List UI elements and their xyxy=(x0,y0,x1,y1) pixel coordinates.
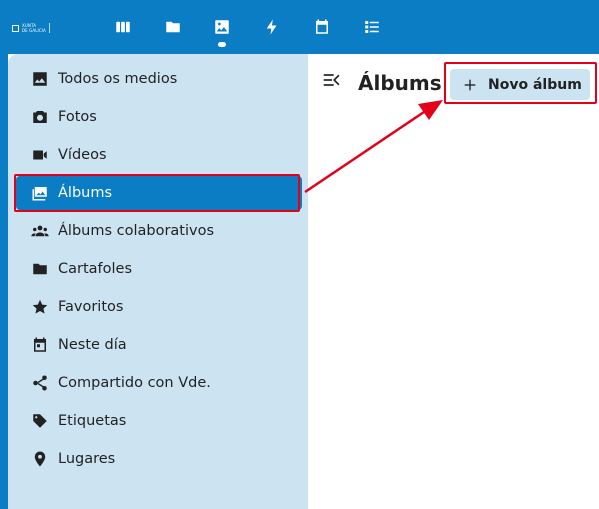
app-activity-icon[interactable] xyxy=(261,16,283,38)
sidebar-item-shared-with-you[interactable]: Compartido con Vde. xyxy=(16,366,302,400)
sidebar-item-photos[interactable]: Fotos xyxy=(16,100,302,134)
top-bar: XUNTA DE GALICIA xyxy=(0,0,599,54)
tag-icon xyxy=(29,410,51,432)
new-album-label: Novo álbum xyxy=(488,76,582,93)
logo-mark-icon xyxy=(12,24,19,32)
sidebar-item-label: Fotos xyxy=(58,109,97,125)
star-icon xyxy=(29,296,51,318)
share-icon xyxy=(29,372,51,394)
app-photos-icon[interactable] xyxy=(211,16,233,38)
sidebar-item-places[interactable]: Lugares xyxy=(16,442,302,476)
folder-icon xyxy=(29,258,51,280)
sidebar-item-label: Álbums xyxy=(58,185,113,201)
sidebar-item-label: Favoritos xyxy=(58,299,124,315)
calendar-icon xyxy=(29,334,51,356)
image-icon xyxy=(29,68,51,90)
sidebar-item-tags[interactable]: Etiquetas xyxy=(16,404,302,438)
sidebar-item-collaborative-albums[interactable]: Álbums colaborativos xyxy=(16,214,302,248)
sidebar-item-favorites[interactable]: Favoritos xyxy=(16,290,302,324)
app-folder-icon[interactable] xyxy=(162,16,184,38)
video-icon xyxy=(29,144,51,166)
sidebar-item-videos[interactable]: Vídeos xyxy=(16,138,302,172)
camera-icon xyxy=(29,106,51,128)
logo-divider xyxy=(48,23,50,33)
logo[interactable]: XUNTA DE GALICIA xyxy=(12,22,76,34)
app-calendar-icon[interactable] xyxy=(311,16,333,38)
sidebar-item-albums[interactable]: Álbums xyxy=(16,176,302,210)
sidebar-item-label: Vídeos xyxy=(58,147,107,163)
sidebar-item-all-media[interactable]: Todos os medios xyxy=(16,62,302,96)
collapse-sidebar-icon[interactable] xyxy=(322,70,342,90)
sidebar-item-label: Todos os medios xyxy=(58,71,178,87)
logo-text: XUNTA DE GALICIA xyxy=(22,23,46,33)
app-tasks-icon[interactable] xyxy=(361,16,383,38)
app-dashboard-icon[interactable] xyxy=(112,16,134,38)
sidebar-item-label: Neste día xyxy=(58,337,127,353)
albums-icon xyxy=(29,182,51,204)
left-edge xyxy=(0,54,8,509)
sidebar-item-label: Álbums colaborativos xyxy=(58,223,215,239)
people-icon xyxy=(29,220,51,242)
new-album-button[interactable]: Novo álbum xyxy=(450,69,590,100)
sidebar: Todos os medios Fotos Vídeos Álbums Álbu… xyxy=(8,54,308,509)
plus-icon xyxy=(462,77,478,93)
page-title: Álbums xyxy=(358,71,442,95)
sidebar-item-label: Cartafoles xyxy=(58,261,133,277)
map-marker-icon xyxy=(29,448,51,470)
sidebar-item-on-this-day[interactable]: Neste día xyxy=(16,328,302,362)
active-app-indicator xyxy=(218,42,226,47)
sidebar-item-folders[interactable]: Cartafoles xyxy=(16,252,302,286)
sidebar-item-label: Compartido con Vde. xyxy=(58,375,211,391)
sidebar-item-label: Lugares xyxy=(58,451,116,467)
sidebar-item-label: Etiquetas xyxy=(58,413,127,429)
